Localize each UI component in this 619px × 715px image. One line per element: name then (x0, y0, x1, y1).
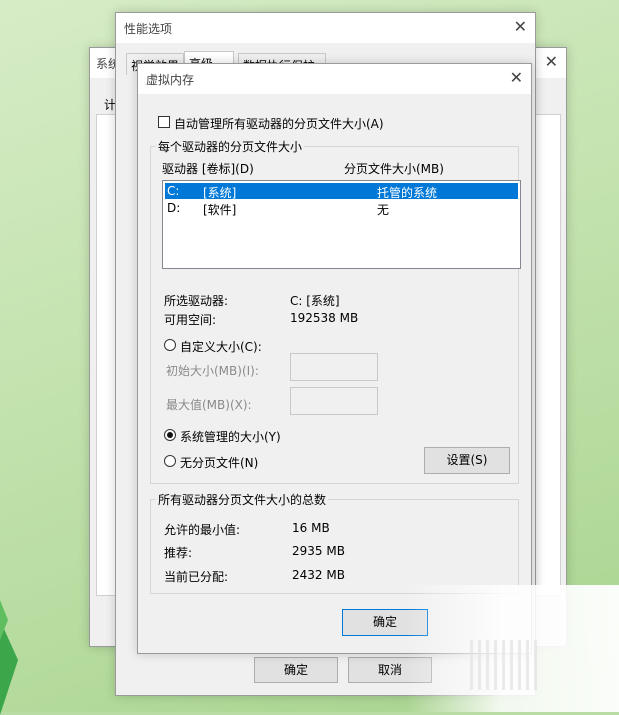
virtual-memory-titlebar: 虚拟内存 ✕ (138, 64, 531, 94)
column-size-header: 分页文件大小(MB) (344, 162, 444, 176)
column-drive-header: 驱动器 [卷标](D) (162, 162, 254, 176)
recommended-label: 推荐: (164, 546, 193, 560)
system-managed-label[interactable]: 系统管理的大小(Y) (180, 428, 281, 445)
max-size-input[interactable] (290, 387, 378, 415)
watermark-stripes (470, 640, 540, 690)
totals-group-title: 所有驱动器分页文件大小的总数 (156, 491, 329, 508)
virtual-memory-window: 虚拟内存 ✕ 自动管理所有驱动器的分页文件大小(A) 每个驱动器的分页文件大小 … (137, 63, 532, 654)
no-paging-radio[interactable] (164, 455, 176, 467)
desktop-shape-small (0, 600, 8, 640)
current-allocated-label: 当前已分配: (164, 570, 229, 584)
per-drive-group-title: 每个驱动器的分页文件大小 (156, 138, 305, 155)
free-space-value: 192538 MB (290, 311, 359, 325)
free-space-label: 可用空间: (164, 313, 217, 327)
initial-size-input[interactable] (290, 353, 378, 381)
auto-manage-label[interactable]: 自动管理所有驱动器的分页文件大小(A) (174, 115, 384, 132)
no-paging-label[interactable]: 无分页文件(N) (180, 454, 258, 471)
virtual-memory-title: 虚拟内存 (146, 73, 195, 87)
auto-manage-checkbox[interactable] (158, 116, 170, 128)
drive-label: [系统] (203, 186, 237, 200)
close-icon[interactable]: ✕ (510, 68, 523, 87)
system-managed-radio[interactable] (164, 429, 176, 441)
min-allowed-label: 允许的最小值: (164, 523, 241, 537)
selected-drive-label: 所选驱动器: (164, 294, 229, 308)
drive-label: [软件] (203, 203, 237, 217)
close-icon[interactable]: ✕ (545, 52, 558, 71)
initial-size-label: 初始大小(MB)(I): (166, 364, 259, 378)
min-allowed-value: 16 MB (292, 521, 330, 535)
drive-list[interactable]: C: [系统] 托管的系统 D: [软件] 无 (162, 180, 521, 269)
custom-size-label[interactable]: 自定义大小(C): (180, 338, 262, 355)
max-size-label: 最大值(MB)(X): (166, 398, 252, 412)
custom-size-radio[interactable] (164, 339, 176, 351)
drive-letter: C: (167, 184, 180, 198)
drive-letter: D: (167, 201, 181, 215)
drive-row-d[interactable]: D: [软件] 无 (165, 200, 518, 217)
set-button[interactable]: 设置(S) (424, 447, 510, 474)
performance-title: 性能选项 (124, 22, 173, 36)
recommended-value: 2935 MB (292, 544, 345, 558)
performance-ok-button[interactable]: 确定 (254, 657, 338, 683)
selected-drive-value: C: [系统] (290, 294, 340, 308)
current-allocated-value: 2432 MB (292, 568, 345, 582)
performance-titlebar: 性能选项 ✕ (116, 13, 535, 43)
drive-row-c[interactable]: C: [系统] 托管的系统 (165, 183, 518, 200)
drive-size: 托管的系统 (377, 186, 438, 200)
drive-size: 无 (377, 203, 390, 217)
close-icon[interactable]: ✕ (514, 17, 527, 36)
